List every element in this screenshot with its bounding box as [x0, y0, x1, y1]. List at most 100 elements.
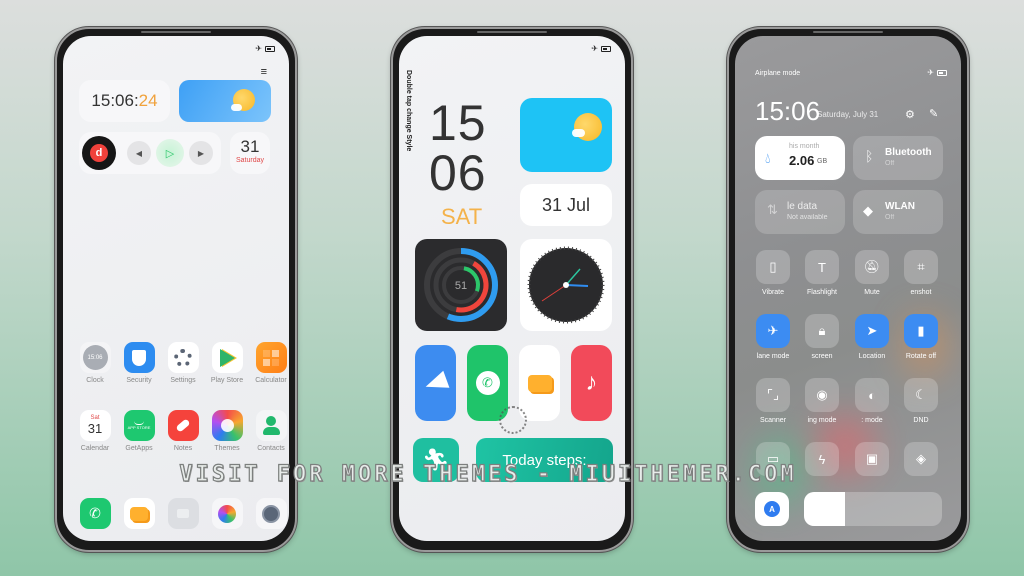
toggle-label: enshot — [910, 289, 932, 296]
gallery-icon[interactable] — [211, 498, 243, 529]
app-getapps[interactable]: APP STORE GetApps — [117, 410, 161, 452]
fingerprint-icon[interactable] — [499, 406, 527, 434]
weather-widget[interactable] — [520, 98, 612, 172]
cloud-icon — [572, 129, 585, 137]
auto-brightness-button[interactable]: A — [755, 492, 789, 526]
toggle-label: Mute — [864, 289, 880, 296]
telegram-icon[interactable] — [415, 345, 456, 421]
app-calendar[interactable]: Sat 31 Calendar — [73, 410, 117, 452]
airplane-icon: ✈ — [927, 68, 934, 77]
speaker-grille — [141, 31, 211, 33]
toggle-label: Scanner — [759, 417, 787, 424]
camera-icon[interactable] — [255, 498, 287, 529]
app-settings[interactable]: Settings — [161, 342, 205, 384]
toggle-label: lane mode — [756, 353, 790, 360]
toggle-reading-mode-eye[interactable]: ◉ — [805, 378, 839, 412]
play-store-icon — [211, 342, 243, 373]
settings-icon[interactable]: ⚙ — [905, 108, 915, 121]
analog-clock — [527, 246, 605, 324]
mi-share-icon: ◈ — [916, 451, 926, 466]
activity-rings: 51 — [424, 248, 498, 322]
notes-icon — [167, 410, 199, 441]
date-day: 31 — [240, 137, 260, 156]
settings-gear-icon — [167, 342, 199, 373]
toggle-label: DND — [913, 417, 929, 424]
toggle-flashlight[interactable]: T — [805, 250, 839, 284]
app-themes[interactable]: Themes — [205, 410, 249, 452]
activity-rings-widget[interactable]: 51 — [415, 239, 507, 331]
edit-icon[interactable]: ✎ — [929, 107, 938, 120]
next-track-button[interactable]: ▶ — [189, 141, 213, 165]
moon-icon: ☾ — [915, 387, 927, 402]
themes-icon — [211, 410, 243, 441]
music-icon[interactable]: ♪ — [571, 345, 612, 421]
toggle-label: Vibrate — [761, 289, 785, 296]
date-widget[interactable]: 31 Saturday — [230, 132, 270, 174]
toggle-mute-bell[interactable]: 🔕︎ — [855, 250, 889, 284]
weather-widget[interactable] — [179, 80, 271, 122]
app-notes[interactable]: Notes — [161, 410, 205, 452]
status-bar: ✈ — [927, 68, 947, 77]
cc-date: Saturday, July 31 — [817, 110, 879, 119]
analog-clock-widget[interactable] — [520, 239, 612, 331]
bluetooth-tile[interactable]: ᛒ Bluetooth Off — [853, 136, 943, 180]
menu-icon[interactable]: ≡ — [261, 66, 267, 78]
calendar-icon: Sat 31 — [79, 410, 111, 441]
toggle-cast-screen[interactable]: ▣ — [855, 442, 889, 476]
app-grid-row-2: Sat 31 Calendar APP STORE GetApps Notes T… — [73, 410, 289, 452]
style-hint[interactable]: Double tap change Style — [405, 70, 412, 151]
app-contacts[interactable]: Contacts — [249, 410, 289, 452]
clock-widget[interactable]: 15:06: 24 — [79, 80, 170, 122]
battery-icon — [265, 45, 275, 52]
toggle-scanner[interactable]: ⌜⌟ — [756, 378, 790, 412]
previous-track-button[interactable]: ◀ — [127, 141, 151, 165]
app-calculator[interactable]: Calculator — [249, 342, 289, 384]
toggle-mi-share[interactable]: ◈ — [904, 442, 938, 476]
toggle-screenshot-crop[interactable]: ⌗ — [904, 250, 938, 284]
wlan-tile[interactable]: ◆ WLAN Off — [853, 190, 943, 234]
app-play-store[interactable]: Play Store — [205, 342, 249, 384]
clock-hm: 15:06: — [91, 91, 139, 110]
date-weekday: Saturday — [235, 157, 265, 164]
music-app-icon[interactable]: d — [82, 136, 116, 170]
bluetooth-icon: ᛒ — [865, 148, 874, 164]
toggle-lock-screen[interactable]: 🔒︎ — [805, 314, 839, 348]
toggle-dark-mode[interactable]: ◐ — [855, 378, 889, 412]
toggle-airplane[interactable]: ✈ — [756, 314, 790, 348]
reading-mode-eye-icon: ◉ — [816, 387, 828, 402]
app-security[interactable]: Security — [117, 342, 161, 384]
location-icon: ➤ — [866, 323, 878, 338]
contacts-icon — [255, 410, 287, 441]
airplane-icon: ✈ — [591, 44, 598, 53]
mobile-data-icon: ⇅ — [767, 202, 778, 217]
rotate-lock-icon: ▮ — [917, 323, 925, 338]
rings-value: 51 — [455, 280, 467, 292]
toggle-moon[interactable]: ☾ — [904, 378, 938, 412]
status-bar: ✈ — [255, 44, 275, 53]
battery-icon — [937, 69, 947, 76]
battery-icon — [601, 45, 611, 52]
toggle-vibrate[interactable]: ▯ — [756, 250, 790, 284]
date-widget[interactable]: 31 Jul — [520, 184, 612, 226]
store-bag-icon[interactable] — [167, 498, 199, 529]
app-clock[interactable]: 15:06 Clock — [73, 342, 117, 384]
status-bar: ✈ — [591, 44, 611, 53]
airplane-icon: ✈ — [255, 44, 262, 53]
toggle-label: : mode — [861, 417, 883, 424]
phone-icon[interactable]: ✆ — [79, 498, 111, 529]
music-widget: d ◀ ▷ ▶ — [79, 132, 221, 174]
messages-icon[interactable] — [519, 345, 560, 421]
play-button[interactable]: ▷ — [156, 139, 184, 167]
toggle-rotate-lock[interactable]: ▮ — [904, 314, 938, 348]
messages-icon[interactable] — [123, 498, 155, 529]
toggle-label: Flashlight — [807, 289, 837, 296]
toggle-label: screen — [811, 353, 833, 360]
data-usage-tile[interactable]: 💧︎ his month 2.06 GB — [755, 136, 845, 180]
mobile-data-tile[interactable]: ⇅ le data Not available — [755, 190, 845, 234]
toggle-location[interactable]: ➤ — [855, 314, 889, 348]
cloud-icon — [231, 104, 242, 111]
speaker-grille — [813, 31, 883, 33]
brightness-fill — [804, 492, 846, 526]
clock-minute: 06 — [429, 145, 487, 201]
brightness-slider[interactable] — [804, 492, 942, 526]
